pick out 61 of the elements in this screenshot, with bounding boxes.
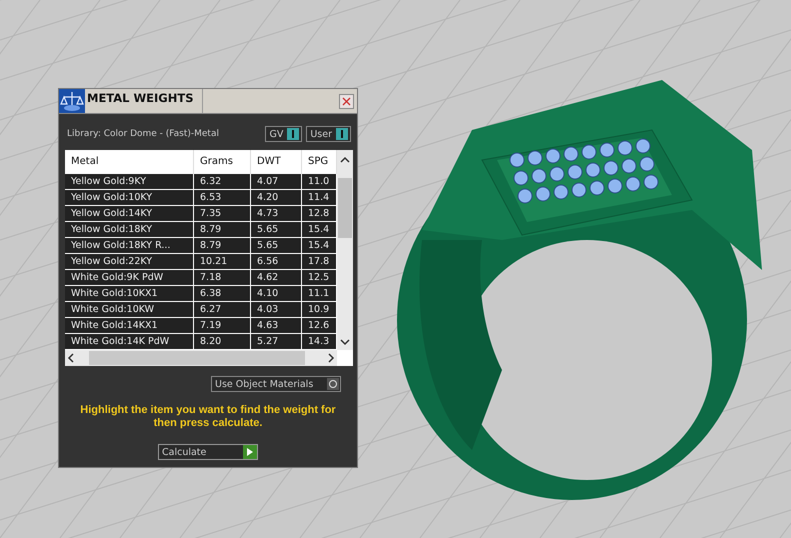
table-cell: 11.0 [302,174,337,190]
table-cell: White Gold:14K PdW [65,334,194,350]
window-title: METAL WEIGHTS [85,89,203,113]
toggle-button[interactable]: User [306,126,351,142]
table-cell: White Gold:10KX1 [65,286,194,302]
table-cell: 15.4 [302,238,337,254]
table-cell: Yellow Gold:22KY [65,254,194,270]
table-cell: 8.79 [194,222,251,238]
calculate-button[interactable]: Calculate [158,444,258,460]
table-cell: 4.07 [251,174,302,190]
table-cell: 4.63 [251,318,302,334]
table-cell: 7.35 [194,206,251,222]
table-cell: White Gold:10KW [65,302,194,318]
table-cell: 5.65 [251,238,302,254]
table-cell: 4.10 [251,286,302,302]
table-cell: Yellow Gold:10KY [65,190,194,206]
table-cell: Yellow Gold:18KY R... [65,238,194,254]
instruction-text: Highlight the item you want to find the weight for then press calculate. [79,404,337,430]
table-cell: 7.19 [194,318,251,334]
table-cell: 4.20 [251,190,302,206]
table-cell: 4.62 [251,270,302,286]
table-cell: White Gold:14KX1 [65,318,194,334]
table-cell: 6.53 [194,190,251,206]
table-cell: Yellow Gold:14KY [65,206,194,222]
close-button[interactable] [339,94,354,108]
scale-logo-icon [59,89,85,113]
use-object-materials-toggle[interactable]: Use Object Materials [211,376,341,392]
table-cell: 15.4 [302,222,337,238]
table-cell: 6.38 [194,286,251,302]
horizontal-scrollbar[interactable] [65,350,337,366]
close-icon [342,96,351,106]
table-cell: Yellow Gold:18KY [65,222,194,238]
table-cell: 6.27 [194,302,251,318]
scroll-up-icon[interactable] [340,156,350,164]
table-cell: 10.21 [194,254,251,270]
table-cell: 12.6 [302,318,337,334]
table-cell: 12.5 [302,270,337,286]
table-cell: 11.1 [302,286,337,302]
table-cell: 17.8 [302,254,337,270]
table-cell: 6.32 [194,174,251,190]
table-cell: 14.3 [302,334,337,350]
play-icon [247,448,253,456]
table-cell: White Gold:9K PdW [65,270,194,286]
scroll-left-icon[interactable] [67,353,75,363]
table-cell: 5.65 [251,222,302,238]
table-cell: 8.79 [194,238,251,254]
vertical-scrollbar[interactable] [337,150,353,350]
toggle-button[interactable]: GV [265,126,302,142]
table-cell: 5.27 [251,334,302,350]
library-label: Library: Color Dome - (Fast)-Metal [67,129,219,139]
table-cell: Yellow Gold:9KY [65,174,194,190]
table-cell: 6.56 [251,254,302,270]
scroll-down-icon[interactable] [340,338,350,346]
table-cell: 7.18 [194,270,251,286]
table-cell: 10.9 [302,302,337,318]
table-cell: 12.8 [302,206,337,222]
table-cell: 8.20 [194,334,251,350]
table-cell: 11.4 [302,190,337,206]
table-cell: 4.73 [251,206,302,222]
table-cell: 4.03 [251,302,302,318]
scroll-right-icon[interactable] [327,353,335,363]
